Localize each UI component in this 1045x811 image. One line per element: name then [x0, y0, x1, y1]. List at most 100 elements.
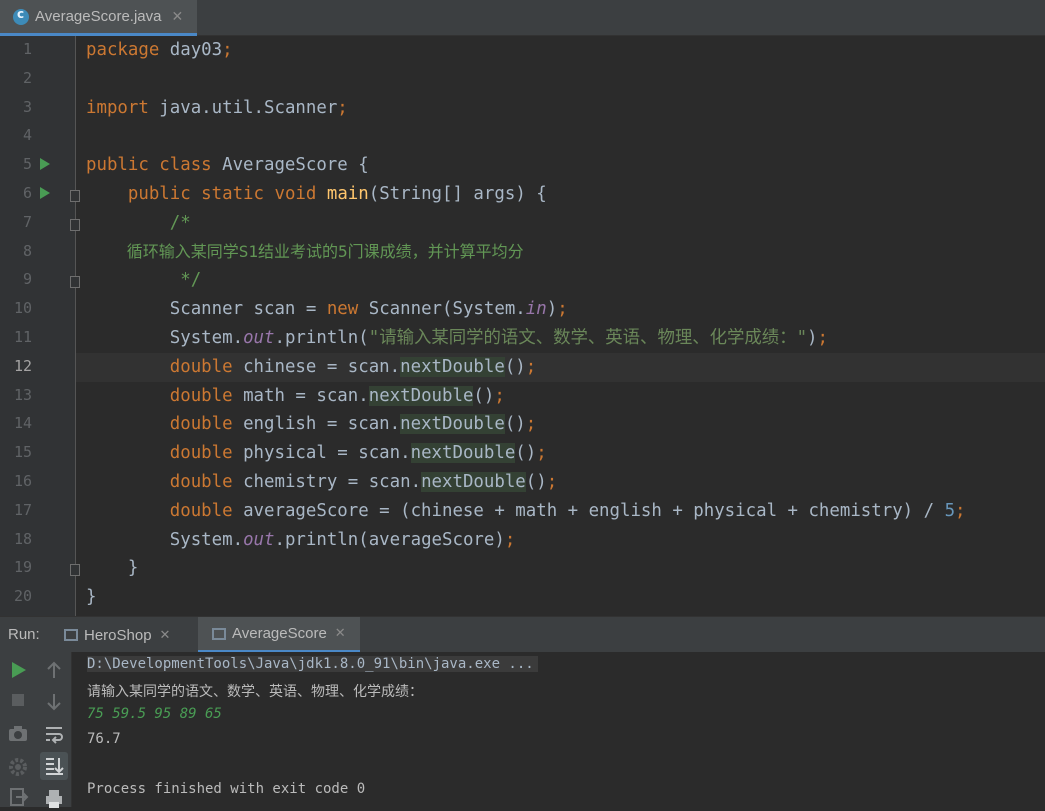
code-line: */ — [76, 266, 1045, 295]
editor-tab-bar: AverageScore.java ✕ — [0, 0, 1045, 36]
settings-icon[interactable] — [6, 755, 30, 779]
code-token: double — [169, 472, 233, 492]
run-main-icon[interactable] — [40, 187, 50, 199]
stop-icon[interactable] — [6, 688, 30, 712]
line-number: 16 — [13, 472, 32, 490]
close-icon[interactable]: ✕ — [160, 628, 171, 643]
rerun-icon[interactable] — [6, 658, 30, 682]
code-token: java.util.Scanner — [148, 97, 338, 118]
code-comment: /* — [169, 212, 191, 233]
console-icon — [64, 629, 78, 641]
code-token: .println(averageScore) — [274, 529, 505, 550]
code-line: Scanner scan = new Scanner(System.in); — [76, 295, 1045, 324]
code-token: nextDouble — [368, 385, 474, 406]
code-number: 5 — [944, 500, 956, 521]
line-number: 10 — [13, 299, 32, 317]
code-string: "请输入某同学的语文、数学、英语、物理、化学成绩：" — [368, 328, 808, 348]
code-line: public class AverageScore { — [76, 151, 1045, 180]
console-input-line: 75 59.5 95 89 65 — [87, 706, 222, 722]
line-number: 17 — [13, 501, 32, 519]
code-line: 循环输入某同学S1结业考试的5门课成绩，并计算平均分 — [76, 238, 1045, 267]
run-tool-window-header: Run: HeroShop ✕ AverageScore ✕ — [0, 616, 1045, 653]
code-line: } — [76, 554, 1045, 583]
line-number: 8 — [22, 242, 32, 260]
code-token: ; — [525, 356, 537, 377]
soft-wrap-icon[interactable] — [42, 722, 66, 746]
code-token: in — [525, 299, 547, 320]
console-prompt-line: 请输入某同学的语文、数学、英语、物理、化学成绩： — [87, 684, 423, 700]
run-tab-averagescore[interactable]: AverageScore ✕ — [198, 617, 360, 653]
code-line: } — [76, 583, 1045, 612]
console-command-line[interactable]: D:\DevelopmentTools\Java\jdk1.8.0_91\bin… — [87, 656, 538, 672]
code-comment: 循环输入某同学S1结业考试的5门课成绩，并计算平均分 — [126, 241, 524, 261]
line-number: 20 — [13, 587, 32, 605]
code-token: } — [127, 558, 139, 579]
code-token: () — [504, 356, 526, 377]
code-token: math = scan. — [232, 385, 369, 406]
code-token: AverageScore { — [211, 155, 369, 176]
code-line: double averageScore = (chinese + math + … — [76, 497, 1045, 526]
code-comment: */ — [169, 270, 202, 291]
run-toolbar-left — [0, 652, 36, 807]
code-token: ; — [817, 328, 829, 348]
arrow-down-icon[interactable] — [42, 690, 66, 714]
run-tab-heroshop[interactable]: HeroShop ✕ — [64, 617, 170, 653]
code-line: System.out.println("请输入某同学的语文、数学、英语、物理、化… — [76, 324, 1045, 353]
editor-tab-averagescore[interactable]: AverageScore.java ✕ — [0, 0, 197, 36]
code-line: System.out.println(averageScore); — [76, 526, 1045, 555]
exit-icon[interactable] — [6, 785, 30, 809]
close-icon[interactable]: ✕ — [335, 626, 346, 641]
line-number: 3 — [22, 98, 32, 116]
code-editor[interactable]: 1 2 3 4 5 6 7 8 9 10 11 12 13 14 15 16 1… — [0, 36, 1045, 616]
close-icon[interactable]: ✕ — [171, 9, 183, 25]
line-number: 9 — [22, 270, 32, 288]
console-exit-line: Process finished with exit code 0 — [87, 781, 366, 797]
code-token: package — [86, 40, 160, 60]
code-token: double — [169, 385, 233, 406]
scroll-to-end-button[interactable] — [40, 752, 68, 780]
run-class-icon[interactable] — [40, 158, 50, 170]
code-token: main — [326, 184, 369, 204]
console-result-line: 76.7 — [87, 731, 121, 747]
code-token: () — [504, 414, 526, 435]
code-token: physical = scan. — [232, 443, 411, 464]
camera-icon[interactable] — [6, 722, 30, 746]
run-toolbar-right — [36, 652, 72, 808]
code-token: averageScore = (chinese + math + english… — [232, 500, 945, 521]
line-number: 12 — [13, 357, 32, 375]
code-token: ; — [525, 414, 537, 435]
run-label: Run: — [8, 626, 40, 643]
console-icon — [212, 627, 226, 640]
line-number: 1 — [22, 40, 32, 58]
line-number: 5 — [22, 155, 32, 173]
code-token: System. — [169, 328, 244, 348]
run-tab-label: AverageScore — [232, 625, 327, 642]
code-token: ; — [557, 299, 568, 320]
code-token: ; — [955, 500, 966, 521]
code-line: import java.util.Scanner; — [76, 94, 1045, 123]
run-console[interactable]: D:\DevelopmentTools\Java\jdk1.8.0_91\bin… — [0, 652, 1045, 808]
code-token: nextDouble — [400, 356, 505, 377]
arrow-up-icon[interactable] — [42, 658, 66, 682]
code-line-current: double chinese = scan.nextDouble(); — [76, 352, 1045, 382]
code-token: ) — [807, 328, 818, 348]
print-icon[interactable] — [42, 787, 66, 811]
code-token: double — [169, 500, 233, 521]
line-number: 7 — [22, 213, 32, 231]
code-line: public static void main(String[] args) { — [76, 180, 1045, 209]
code-line: package day03; — [76, 36, 1045, 65]
code-token: System. — [169, 529, 244, 550]
line-number: 6 — [22, 184, 32, 202]
code-token: ; — [494, 385, 505, 406]
code-token: .println( — [274, 328, 369, 348]
editor-tab-label: AverageScore.java — [35, 8, 162, 25]
code-token: () — [525, 472, 547, 492]
code-line: /* — [76, 209, 1045, 238]
code-area[interactable]: package day03; import java.util.Scanner;… — [76, 36, 1045, 616]
code-token: Scanner(System. — [358, 299, 526, 320]
code-token: ; — [337, 97, 348, 118]
code-line: double physical = scan.nextDouble(); — [76, 439, 1045, 468]
code-token: chemistry = scan. — [232, 472, 422, 492]
code-token: nextDouble — [400, 414, 505, 435]
code-token: out — [243, 529, 275, 550]
